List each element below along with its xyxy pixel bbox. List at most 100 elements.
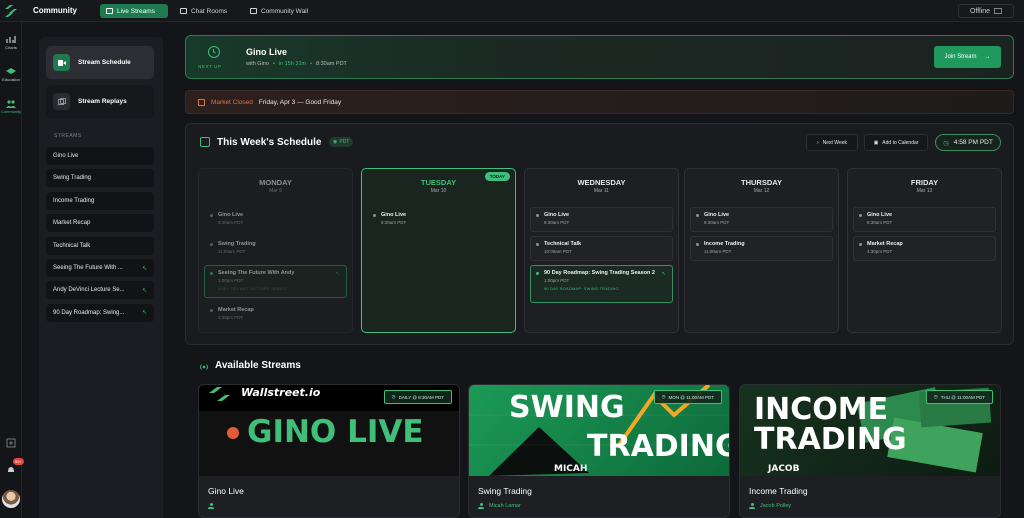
tab-community-wall-label: Community Wall <box>261 7 309 15</box>
schedule-badge: ◷ MON @ 11:00AM PDT <box>653 390 722 404</box>
next-up-banner: NEXT UP Gino Live with Gino • in 15h 31m… <box>185 35 1014 79</box>
event-title: Market Recap <box>218 307 254 313</box>
next-up-time: 8:30am PDT <box>316 61 347 67</box>
schedule-event[interactable]: Gino Live 8:30am PDT <box>204 207 347 232</box>
thumb-line1: SWING <box>509 390 625 425</box>
event-dot-icon <box>210 272 213 275</box>
event-time: 8:30am PDT <box>544 220 570 225</box>
clock-icon: ◷ <box>933 394 938 399</box>
calendar-plus-icon: ▣ <box>873 139 879 146</box>
avatar[interactable] <box>2 490 20 508</box>
event-time: 8:30am PDT <box>381 220 407 225</box>
event-dot-icon <box>536 243 539 246</box>
thumb-name: MICAH <box>554 464 588 474</box>
stream-card-title: Swing Trading <box>478 486 532 496</box>
stream-card-host-name: Jacob Polley <box>760 503 792 509</box>
add-icon[interactable] <box>6 438 16 448</box>
sidebar-stream-item[interactable]: Swing Trading <box>46 169 154 188</box>
event-time: 4:30pm PDT <box>218 315 244 320</box>
separator-dot: • <box>272 61 275 67</box>
stream-card-host: Jacob Polley <box>749 503 791 509</box>
schedule-event[interactable]: Technical Talk 10:00am PDT <box>530 236 673 261</box>
schedule-event[interactable]: Income Trading 11:00am PDT <box>690 236 833 261</box>
schedule-event[interactable]: Gino Live 8:30am PDT <box>367 207 510 232</box>
event-dot-icon <box>210 243 213 246</box>
tab-chat-rooms[interactable]: Chat Rooms <box>174 4 233 18</box>
sidebar-stream-schedule[interactable]: Stream Schedule <box>46 46 154 79</box>
sidebar-stream-item[interactable]: Andy DeVinci Lecture Se... ↖ <box>46 281 154 300</box>
sidebar-stream-item[interactable]: Technical Talk <box>46 236 154 255</box>
market-status-banner: Market Closed Friday, Apr 3 — Good Frida… <box>185 90 1014 114</box>
event-dot-icon <box>859 214 862 217</box>
next-week-button[interactable]: › Next Week <box>806 134 858 151</box>
bell-icon[interactable] <box>6 465 16 475</box>
event-time: 8:30am PDT <box>218 220 244 225</box>
weekly-schedule: This Week's Schedule ◉ PDT › Next Week ▣… <box>185 123 1014 345</box>
stream-card-gino-live[interactable]: Wallstreet.io GINO LIVE ◷ DAILY @ 8:30AM… <box>198 384 460 518</box>
day-date: Mar 9 <box>269 188 282 194</box>
live-dot-icon <box>227 427 239 439</box>
rail-item-community[interactable]: Community <box>0 99 22 114</box>
rail-item-charts[interactable]: Charts <box>0 35 22 50</box>
rail-label-charts: Charts <box>5 45 17 50</box>
next-up-meta: with Gino • in 15h 31m • 8:30am PDT <box>246 61 347 67</box>
clock-icon: ◷ <box>943 139 949 147</box>
add-to-calendar-button[interactable]: ▣ Add to Calendar <box>864 134 928 151</box>
stream-sidebar: Stream Schedule Stream Replays STREAMS G… <box>39 37 163 518</box>
event-title: 90 Day Roadmap: Swing Trading Season 2 <box>544 270 655 276</box>
stream-card-host <box>208 503 219 509</box>
day-date: Mar 13 <box>916 188 933 194</box>
rail-label-education: Education <box>2 77 20 82</box>
event-title: Gino Live <box>544 212 570 218</box>
day-name: WEDNESDAY <box>577 178 626 187</box>
brand-logo-icon <box>209 387 230 401</box>
replay-icon <box>53 93 70 110</box>
event-time: 11:00am PDT <box>704 249 732 254</box>
event-dot-icon <box>696 243 699 246</box>
tab-live-streams[interactable]: Live Streams <box>100 4 168 18</box>
event-series: ANDY DEVINCI LECTURE SERIES <box>218 287 287 291</box>
current-time: 4:58 PM PDT <box>953 139 993 146</box>
event-time: 1:00pm PDT <box>218 278 244 283</box>
rail-item-education[interactable]: Education <box>0 67 22 82</box>
schedule-event[interactable]: Swing Trading 11:00am PDT <box>204 236 347 261</box>
tab-chat-rooms-label: Chat Rooms <box>191 7 228 15</box>
event-dot-icon <box>859 243 862 246</box>
status-toggle[interactable]: Offline <box>958 4 1014 18</box>
tab-community-wall[interactable]: Community Wall <box>244 4 314 18</box>
schedule-event[interactable]: Gino Live 8:30am PDT <box>530 207 673 232</box>
schedule-event[interactable]: 90 Day Roadmap: Swing Trading Season 2 1:… <box>530 265 673 303</box>
sidebar-stream-replays[interactable]: Stream Replays <box>46 85 154 118</box>
globe-icon: ◉ <box>333 139 338 145</box>
chevron-right-icon: › <box>816 139 819 146</box>
event-dot-icon <box>536 214 539 217</box>
sidebar-stream-item[interactable]: 90 Day Roadmap: Swing... ↖ <box>46 303 154 322</box>
schedule-event[interactable]: Gino Live 8:30am PDT <box>690 207 833 232</box>
app-logo-icon[interactable] <box>4 4 18 18</box>
current-time-pill: ◷ 4:58 PM PDT <box>935 134 1001 151</box>
schedule-event[interactable]: Market Recap 4:30pm PDT <box>853 236 996 261</box>
next-up-countdown: in 15h 31m <box>278 61 307 67</box>
calendar-video-icon <box>53 54 70 71</box>
join-stream-button[interactable]: Join Stream → <box>934 46 1001 68</box>
next-up-label: NEXT UP <box>198 64 222 69</box>
event-time: 11:00am PDT <box>218 249 246 254</box>
external-link-icon: ↖ <box>661 271 666 277</box>
next-up-title: Gino Live <box>246 47 288 57</box>
event-dot-icon <box>536 272 539 275</box>
schedule-event[interactable]: Market Recap 4:30pm PDT <box>204 302 347 327</box>
event-time: 8:30am PDT <box>867 220 893 225</box>
stream-card-swing-trading[interactable]: SWING TRADING MICAH ◷ MON @ 11:00AM PDT … <box>468 384 730 518</box>
market-status: Market Closed <box>211 98 253 106</box>
sidebar-stream-item[interactable]: Income Trading <box>46 191 154 210</box>
sidebar-stream-item[interactable]: Seeing The Future With ... ↖ <box>46 259 154 277</box>
app-title: Community <box>33 6 77 15</box>
timezone-badge: ◉ PDT <box>329 137 354 147</box>
stream-thumbnail: SWING TRADING MICAH ◷ MON @ 11:00AM PDT <box>469 385 729 476</box>
sidebar-stream-item[interactable]: Gino Live <box>46 147 154 165</box>
sidebar-stream-item[interactable]: Market Recap <box>46 214 154 233</box>
schedule-event[interactable]: Seeing The Future With Andy 1:00pm PDT AND… <box>204 265 347 298</box>
schedule-badge: ◷ DAILY @ 8:30AM PDT <box>383 390 452 404</box>
schedule-event[interactable]: Gino Live 8:30am PDT <box>853 207 996 232</box>
stream-card-income-trading[interactable]: INCOME TRADING JACOB ◷ THU @ 11:00AM PDT… <box>739 384 1001 518</box>
